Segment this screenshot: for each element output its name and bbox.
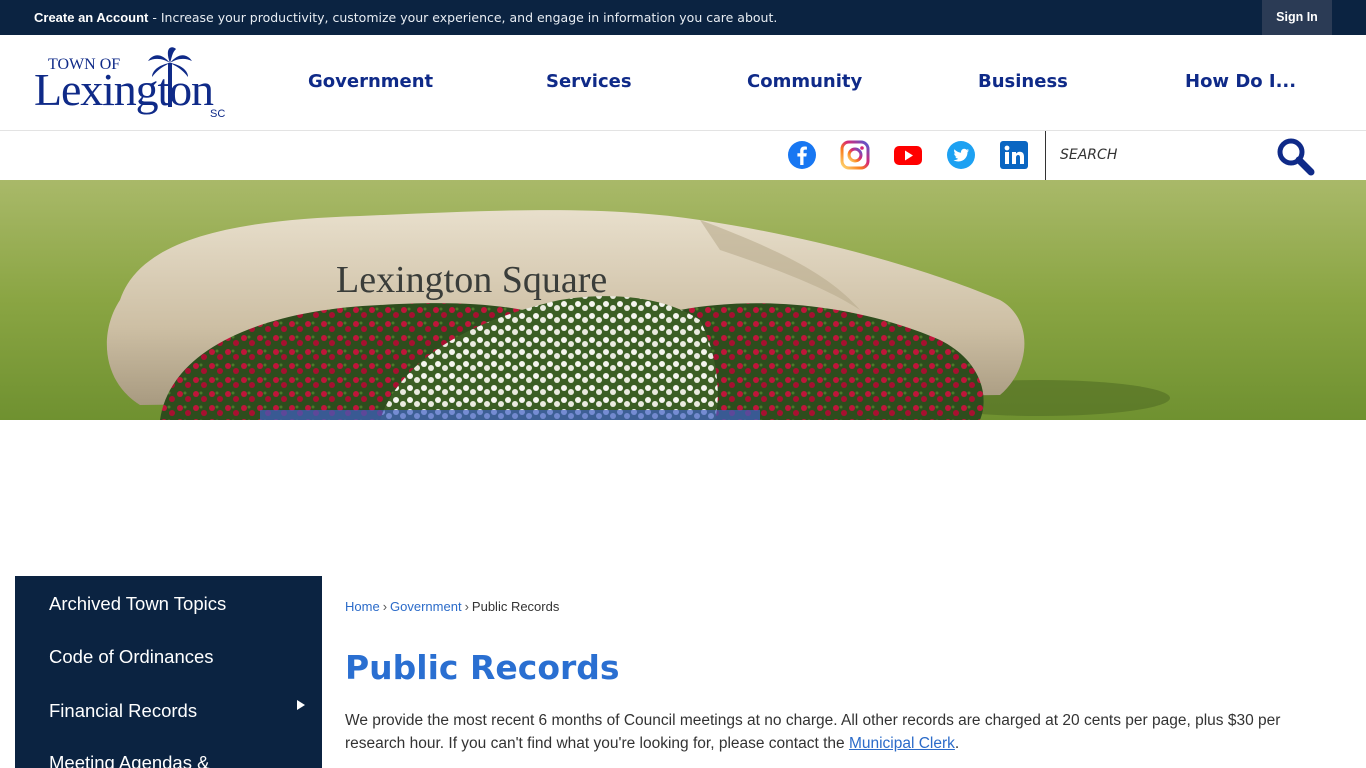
lexington-square-photo: Lexington Square (0, 180, 1366, 420)
breadcrumb-separator: › (382, 599, 388, 614)
intro-text: We provide the most recent 6 months of C… (345, 712, 1281, 752)
intro-paragraph: We provide the most recent 6 months of C… (345, 709, 1330, 755)
nav-government[interactable]: Government (308, 71, 433, 92)
nav-how-do-i[interactable]: How Do I... (1185, 71, 1296, 92)
twitter-icon[interactable] (946, 140, 976, 170)
facebook-icon[interactable] (787, 140, 817, 170)
account-tagline: - Increase your productivity, customize … (148, 10, 778, 25)
logo-state: SC (210, 108, 225, 120)
banner-sign-text: Lexington Square (336, 259, 607, 301)
breadcrumb-current: Public Records (471, 599, 560, 614)
nav-business[interactable]: Business (978, 71, 1068, 92)
intro-end: . (954, 735, 960, 752)
account-bar: Create an Account - Increase your produc… (0, 0, 1366, 35)
youtube-icon[interactable] (893, 140, 923, 170)
site-header: TOWN OF Lexington SC Government Services… (0, 35, 1366, 131)
nav-services[interactable]: Services (546, 71, 632, 92)
sidebar-item-archived-town-topics[interactable]: Archived Town Topics (49, 593, 226, 615)
hero-banner: Lexington Square (0, 180, 1366, 420)
sidebar-item-code-of-ordinances[interactable]: Code of Ordinances (49, 646, 214, 668)
account-message: Create an Account - Increase your produc… (34, 10, 777, 25)
create-account-link[interactable]: Create an Account (34, 10, 148, 25)
nav-community[interactable]: Community (747, 71, 862, 92)
logo-name: Lexington (34, 64, 214, 115)
instagram-icon[interactable] (840, 140, 870, 170)
sidebar-item-meeting-agendas[interactable]: Meeting Agendas & (49, 752, 209, 768)
magnifier-icon[interactable] (1276, 137, 1316, 177)
search-input[interactable] (1060, 144, 1260, 166)
municipal-clerk-link[interactable]: Municipal Clerk (849, 735, 955, 752)
logo-graphic: TOWN OF Lexington SC (34, 47, 225, 120)
sign-in-button[interactable]: Sign In (1262, 0, 1332, 35)
sidebar-item-financial-records[interactable]: Financial Records (49, 700, 197, 722)
breadcrumb-government[interactable]: Government (390, 599, 462, 614)
town-logo[interactable]: TOWN OF Lexington SC (34, 47, 229, 121)
sidebar-nav: Archived Town Topics Code of Ordinances … (15, 576, 322, 768)
search-box (1045, 131, 1345, 180)
page-title: Public Records (345, 648, 620, 687)
breadcrumb-separator: › (464, 599, 469, 614)
breadcrumb: Home › Government › Public Records (345, 599, 559, 614)
submenu-arrow-icon[interactable] (297, 700, 305, 710)
breadcrumb-home[interactable]: Home (345, 599, 380, 614)
linkedin-icon[interactable] (999, 140, 1029, 170)
